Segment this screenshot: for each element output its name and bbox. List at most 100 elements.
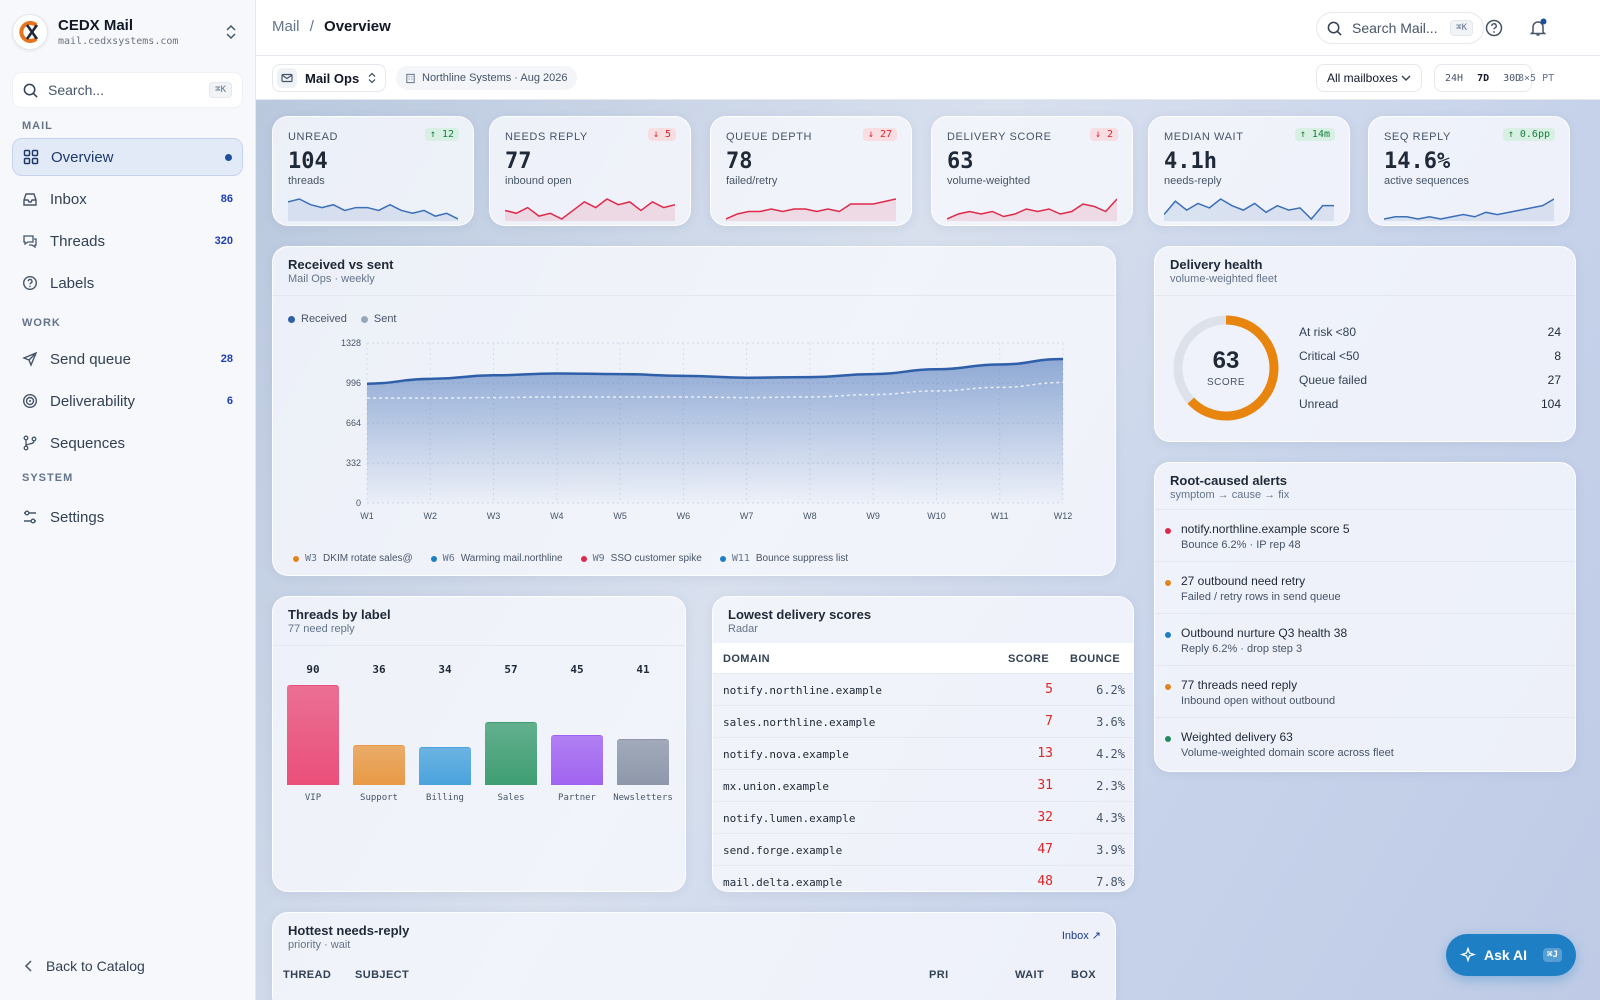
score-cell: 7 [1045,714,1053,729]
sidebar-item-settings[interactable]: Settings [12,498,243,536]
bar-value-label: 41 [636,663,650,676]
label-bar[interactable] [353,745,405,785]
bar-value-label: 57 [504,663,518,676]
label-bar[interactable] [419,747,471,785]
sparkline-fill [288,199,458,221]
workspace-select[interactable]: Mail Ops [272,64,387,92]
inbox-link[interactable]: Inbox ↗ [1062,929,1101,942]
table-row[interactable]: notify.northline.example 5 6.2% [713,673,1133,705]
table-row[interactable]: send.forge.example 47 3.9% [713,833,1133,865]
chart-annotations: W3 DKIM rotate sales@ W6 Warming mail.north… [293,553,866,564]
domain-cell: notify.nova.example [723,748,849,761]
mailbox-select[interactable]: All mailboxes [1316,64,1422,92]
timezone-label: 8×5 PT [1518,73,1555,84]
kpi-card[interactable]: DELIVERY SCORE 63 volume-weighted ↓ 2 [931,116,1133,226]
table-row[interactable]: sales.northline.example 7 3.6% [713,705,1133,737]
alert-item[interactable]: Weighted delivery 63 Volume-weighted doma… [1155,717,1575,769]
workspace-switcher[interactable]: CEDX Mail mail.cedxsystems.com [12,12,242,52]
chart-annotation[interactable]: W6 Warming mail.northline [430,553,563,564]
health-stat-value: 27 [1547,373,1561,387]
alert-item[interactable]: 77 threads need reply Inbound open withou… [1155,665,1575,717]
legend-received[interactable]: Received [288,313,347,325]
range-7d[interactable]: 7D [1470,73,1496,84]
search-icon [23,83,38,98]
kpi-delta-badge: ↓ 27 [862,128,897,141]
sidebar-item-overview[interactable]: Overview [12,138,243,176]
sidebar-item-labels[interactable]: Labels [12,264,243,302]
chevron-updown-icon [226,24,236,40]
kpi-sublabel: needs-reply [1164,175,1222,187]
back-to-catalog-link[interactable]: Back to Catalog [24,958,145,974]
breadcrumb-root[interactable]: Mail [272,18,300,35]
x-tick-label: W5 [613,511,627,521]
mail-icon [277,68,297,88]
kpi-sublabel: failed/retry [726,175,778,187]
sidebar-item-sequences[interactable]: Sequences [12,424,243,462]
global-search-input[interactable]: Search Mail... ⌘K [1316,12,1484,44]
col-subject: SUBJECT [355,969,410,981]
bar-category-label: Sales [497,793,525,803]
chart-annotation[interactable]: W9 SSO customer spike [580,553,702,564]
label-bar[interactable] [287,685,339,785]
x-tick-label: W8 [803,511,817,521]
x-tick-label: W3 [487,511,501,521]
range-24h[interactable]: 24H [1438,73,1470,84]
kpi-label: NEEDS REPLY [505,131,588,143]
sidebar-item-deliverability[interactable]: Deliverability 6 [12,382,243,420]
ask-ai-button[interactable]: Ask AI ⌘J [1446,934,1576,976]
send-icon [22,351,38,367]
label-bar[interactable] [485,721,537,785]
kpi-card[interactable]: UNREAD 104 threads ↑ 12 [272,116,474,226]
y-tick-label: 0 [356,498,361,508]
sidebar-item-label: Settings [50,508,105,526]
sidebar-search-input[interactable]: Search... ⌘K [12,72,243,108]
x-tick-label: W10 [927,511,946,521]
gauge-score: 63 [1212,347,1240,374]
kpi-card[interactable]: NEEDS REPLY 77 inbound open ↓ 5 [489,116,691,226]
kpi-value: 77 [505,149,532,174]
health-stat-row: Unread 104 [1299,397,1561,411]
col-bounce: BOUNCE [1070,653,1121,665]
alert-item[interactable]: Outbound nurture Q3 health 38 Reply 6.2% … [1155,613,1575,665]
alert-severity-dot [1165,580,1171,586]
sidebar-item-send-queue[interactable]: Send queue 28 [12,340,243,378]
kpi-sublabel: inbound open [505,175,572,187]
card-subtitle: symptom → cause → fix [1170,489,1290,501]
help-icon[interactable] [1484,18,1504,38]
sidebar-item-threads[interactable]: Threads 320 [12,222,243,260]
alert-detail: Reply 6.2% · drop step 3 [1181,643,1303,655]
table-row[interactable]: mail.delta.example 48 7.8% [713,865,1133,891]
alert-detail: Failed / retry rows in send queue [1181,591,1341,603]
kpi-label: SEQ REPLY [1384,131,1451,143]
received-area [367,359,1063,503]
alert-item[interactable]: notify.northline.example score 5 Bounce 6… [1155,509,1575,561]
page-title: Overview [324,18,391,35]
chart-annotation[interactable]: W3 DKIM rotate sales@ [293,553,413,564]
kpi-card[interactable]: SEQ REPLY 14.6% active sequences ↑ 0.6pp [1368,116,1570,226]
chart-legend: Received Sent [288,313,411,325]
sidebar-item-inbox[interactable]: Inbox 86 [12,180,243,218]
kpi-value: 63 [947,149,974,174]
health-stat-row: At risk <80 24 [1299,325,1561,339]
table-row[interactable]: notify.lumen.example 32 4.3% [713,801,1133,833]
label-bar[interactable] [551,735,603,785]
bell-icon[interactable] [1528,18,1548,38]
threads-by-label-card: Threads by label 77 need reply 90 VIP 36 Su… [272,596,686,892]
legend-label: Received [301,313,347,325]
app-host: mail.cedxsystems.com [58,36,179,47]
kpi-label: DELIVERY SCORE [947,131,1052,143]
label-bar[interactable] [617,739,669,785]
sparkline-fill [1164,199,1334,221]
alert-detail: Volume-weighted domain score across flee… [1181,747,1394,759]
chart-annotation[interactable]: W11 Bounce suppress list [719,553,848,564]
table-row[interactable]: notify.nova.example 13 4.2% [713,737,1133,769]
kpi-card[interactable]: QUEUE DEPTH 78 failed/retry ↓ 27 [710,116,912,226]
alert-item[interactable]: 27 outbound need retry Failed / retry row… [1155,561,1575,613]
legend-sent[interactable]: Sent [360,313,397,325]
hottest-needs-reply-card: Hottest needs-reply priority · wait Inbo… [272,912,1116,1000]
root-caused-alerts-card: Root-caused alerts symptom → cause → fix… [1154,462,1576,772]
table-row[interactable]: mx.union.example 31 2.3% [713,769,1133,801]
bar-category-label: Billing [426,793,464,803]
health-stat-row: Critical <50 8 [1299,349,1561,363]
kpi-card[interactable]: MEDIAN WAIT 4.1h needs-reply ↑ 14m [1148,116,1350,226]
